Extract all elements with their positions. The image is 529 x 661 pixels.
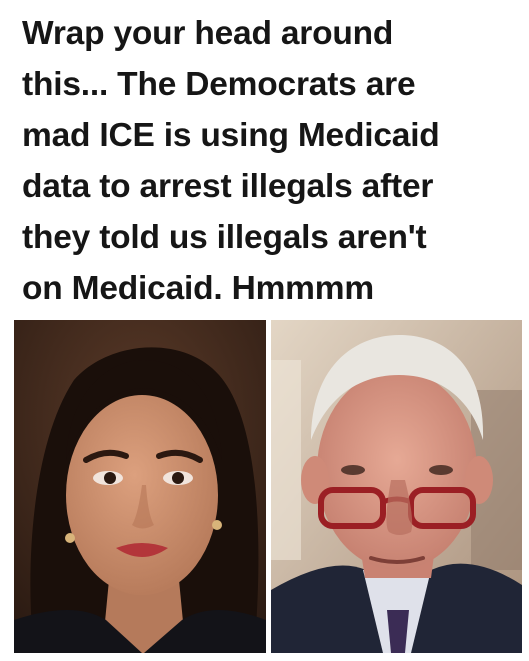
- right-earring: [212, 520, 222, 530]
- left-earring: [65, 533, 75, 543]
- left-eye-man: [341, 465, 365, 475]
- right-portrait-photo: [271, 320, 522, 653]
- caption-line-2: this... The Democrats are: [22, 66, 416, 103]
- caption-line-5: they told us illegals aren't: [22, 219, 427, 256]
- caption-line-1: Wrap your head around: [22, 15, 394, 52]
- man-portrait-illustration: [271, 320, 522, 653]
- left-portrait-photo: [14, 320, 266, 653]
- caption-line-4: data to arrest illegals after: [22, 168, 434, 205]
- caption-line-6: on Medicaid. Hmmmm: [22, 270, 374, 307]
- woman-portrait-illustration: [14, 320, 266, 653]
- caption-line-3: mad ICE is using Medicaid: [22, 117, 440, 154]
- meme-image: Wrap your head around this... The Democr…: [0, 0, 529, 661]
- right-eye-man: [429, 465, 453, 475]
- meme-caption: Wrap your head around this... The Democr…: [22, 8, 522, 314]
